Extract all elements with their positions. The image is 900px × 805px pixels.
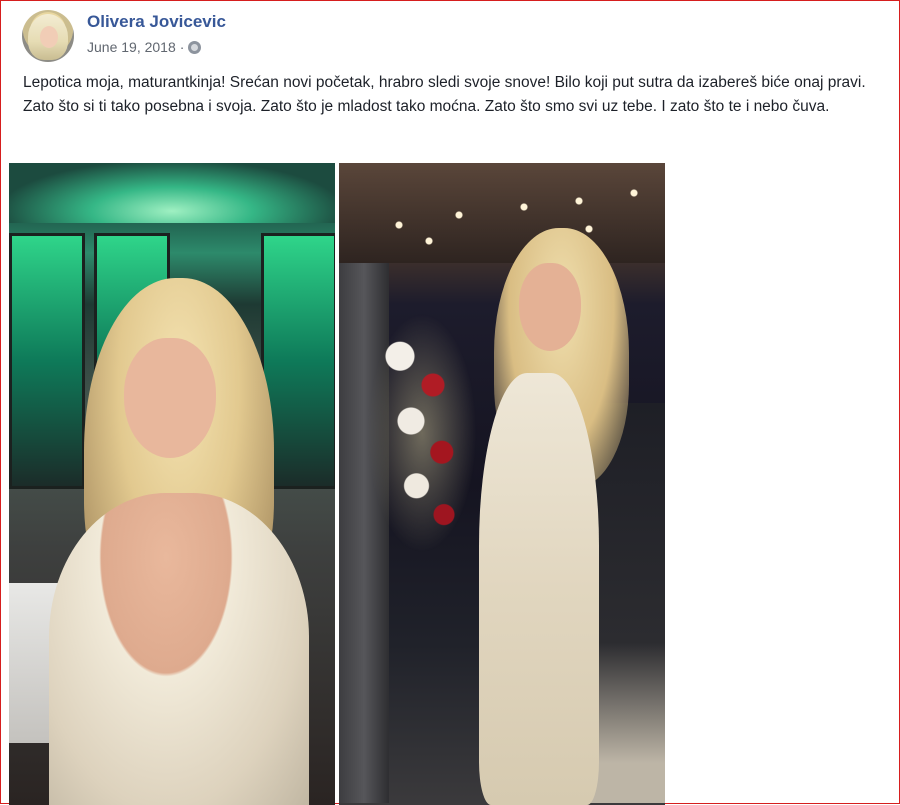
photo-ceiling-lights [339, 163, 665, 263]
post-photo-right[interactable] [339, 163, 665, 805]
photo-subject-face [124, 338, 216, 458]
post-card: Olivera Jovicevic June 19, 2018 · Lepoti… [0, 0, 900, 805]
author-avatar[interactable] [22, 10, 74, 62]
author-name[interactable]: Olivera Jovicevic [87, 12, 226, 32]
avatar-face [40, 26, 58, 48]
photo-subject-dress [49, 493, 309, 805]
photo-bouquet [367, 313, 477, 553]
globe-icon[interactable] [188, 40, 202, 54]
photo-subject-dress [479, 373, 599, 805]
post-meta: June 19, 2018 · [87, 39, 202, 55]
photo-window [9, 233, 85, 489]
meta-separator: · [179, 39, 185, 55]
photo-subject-face [519, 263, 581, 351]
post-date[interactable]: June 19, 2018 [87, 39, 176, 55]
post-text: Lepotica moja, maturantkinja! Srećan nov… [23, 74, 866, 115]
photo-pillar [339, 263, 389, 803]
photo-ceiling-light [9, 163, 335, 223]
post-photo-left[interactable] [9, 163, 335, 805]
